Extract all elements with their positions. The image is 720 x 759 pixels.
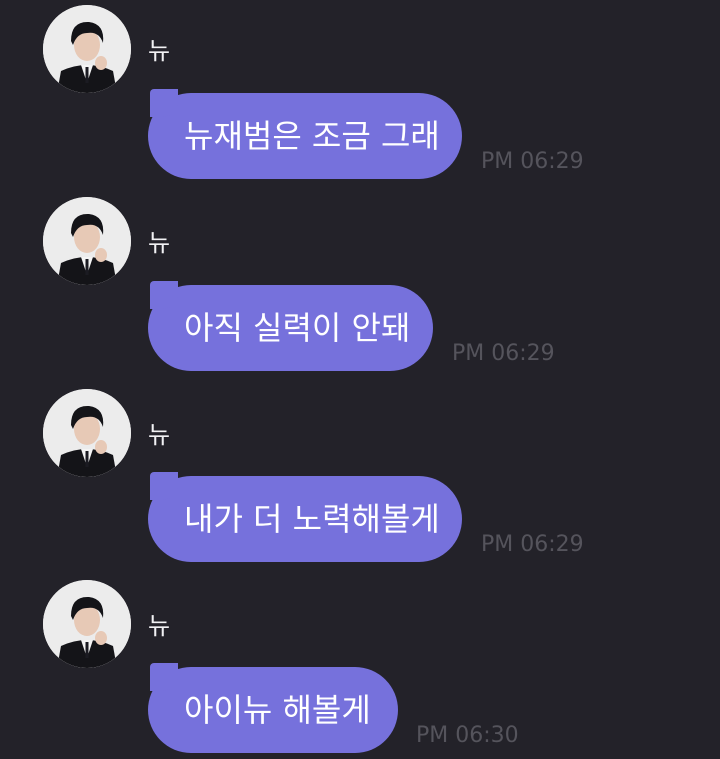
bubble-tail	[150, 89, 178, 117]
message-bubble[interactable]: 아이뉴 해볼게	[148, 663, 398, 753]
message-timestamp: PM 06:29	[452, 341, 555, 366]
profile-photo	[43, 389, 131, 477]
sender-name: 뉴	[148, 421, 171, 449]
sender-name: 뉴	[148, 612, 171, 640]
bubble-tail	[150, 663, 178, 691]
avatar[interactable]	[43, 5, 131, 93]
bubble-tail	[150, 281, 178, 309]
message-text: 아이뉴 해볼게	[184, 691, 371, 729]
profile-photo	[43, 580, 131, 668]
profile-photo	[43, 197, 131, 285]
message-text: 아직 실력이 안돼	[184, 309, 411, 347]
avatar[interactable]	[43, 389, 131, 477]
message-text: 내가 더 노력해볼게	[184, 500, 440, 538]
message-text: 뉴재범은 조금 그래	[184, 117, 440, 155]
message-bubble[interactable]: 아직 실력이 안돼	[148, 281, 433, 371]
message-timestamp: PM 06:30	[416, 723, 519, 748]
message-timestamp: PM 06:29	[481, 532, 584, 557]
profile-photo	[43, 5, 131, 93]
avatar[interactable]	[43, 580, 131, 668]
avatar[interactable]	[43, 197, 131, 285]
sender-name: 뉴	[148, 37, 171, 65]
message-bubble[interactable]: 내가 더 노력해볼게	[148, 472, 462, 562]
message-timestamp: PM 06:29	[481, 149, 584, 174]
message-bubble[interactable]: 뉴재범은 조금 그래	[148, 89, 462, 179]
sender-name: 뉴	[148, 229, 171, 257]
chat-message-list[interactable]: 뉴 뉴재범은 조금 그래 PM 06:29 뉴 아직 실력이 안돼 PM 06:…	[0, 0, 720, 759]
bubble-tail	[150, 472, 178, 500]
